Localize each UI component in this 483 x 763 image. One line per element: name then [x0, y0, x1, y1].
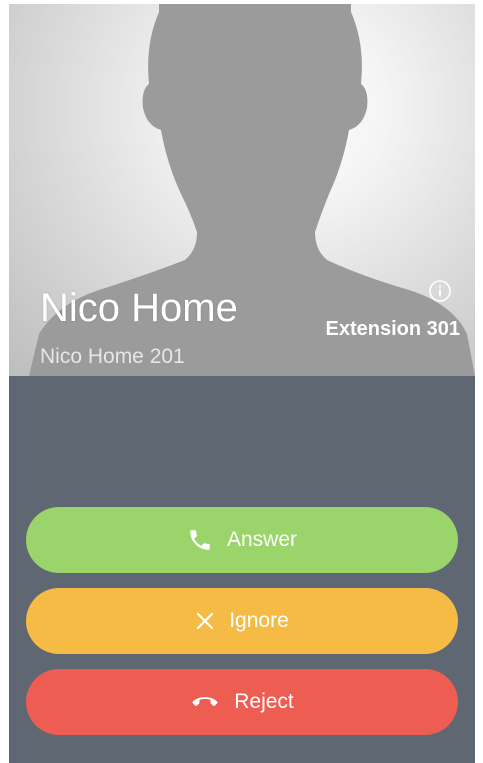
- answer-label: Answer: [226, 528, 298, 551]
- caller-extension: Extension 301: [325, 318, 460, 340]
- reject-label: Reject: [234, 690, 294, 713]
- phone-icon: [187, 527, 213, 553]
- hang-up-icon: [190, 692, 220, 712]
- caller-photo: Nico Home Extension 301 Nico Home 201: [9, 4, 475, 376]
- reject-button[interactable]: Reject: [26, 669, 458, 735]
- caller-name: Nico Home: [40, 286, 238, 330]
- caller-subtitle: Nico Home 201: [40, 345, 185, 368]
- ignore-button[interactable]: Ignore: [26, 588, 458, 654]
- info-icon[interactable]: [428, 279, 452, 303]
- answer-button[interactable]: Answer: [26, 507, 458, 573]
- close-icon: [195, 611, 215, 631]
- ignore-label: Ignore: [229, 609, 289, 632]
